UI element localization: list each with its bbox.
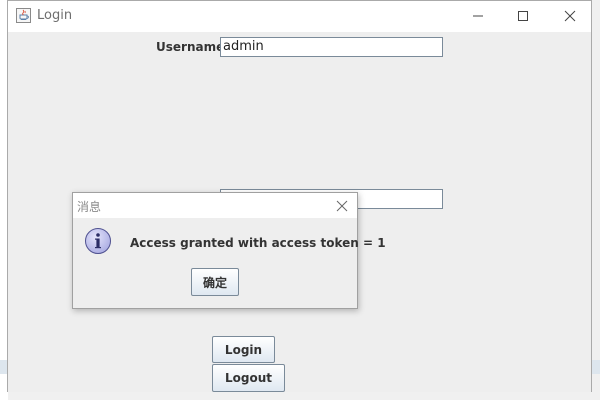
close-icon xyxy=(336,200,348,212)
dialog-message: Access granted with access token = 1 xyxy=(130,236,386,250)
close-icon xyxy=(564,10,576,22)
maximize-button[interactable] xyxy=(508,5,538,27)
close-button[interactable] xyxy=(555,5,585,27)
screen: Login Username admin Login Logout 消息 Acc… xyxy=(0,0,600,400)
logout-button[interactable]: Logout xyxy=(212,364,285,392)
window-title: Login xyxy=(37,8,73,23)
username-label: Username xyxy=(156,40,225,54)
minimize-button[interactable] xyxy=(463,5,493,27)
window-titlebar[interactable]: Login xyxy=(8,1,591,32)
ok-button[interactable]: 确定 xyxy=(191,268,239,296)
dialog-close-button[interactable] xyxy=(333,197,351,215)
java-app-icon xyxy=(16,8,31,23)
dialog-title: 消息 xyxy=(77,200,102,214)
info-icon xyxy=(84,227,112,255)
login-button[interactable]: Login xyxy=(212,336,275,363)
dialog-titlebar[interactable]: 消息 xyxy=(73,193,357,218)
maximize-icon xyxy=(518,11,528,21)
message-dialog: 消息 Access granted with access token = 1 … xyxy=(72,192,386,309)
username-input[interactable]: admin xyxy=(220,37,443,57)
minimize-icon xyxy=(473,15,483,17)
